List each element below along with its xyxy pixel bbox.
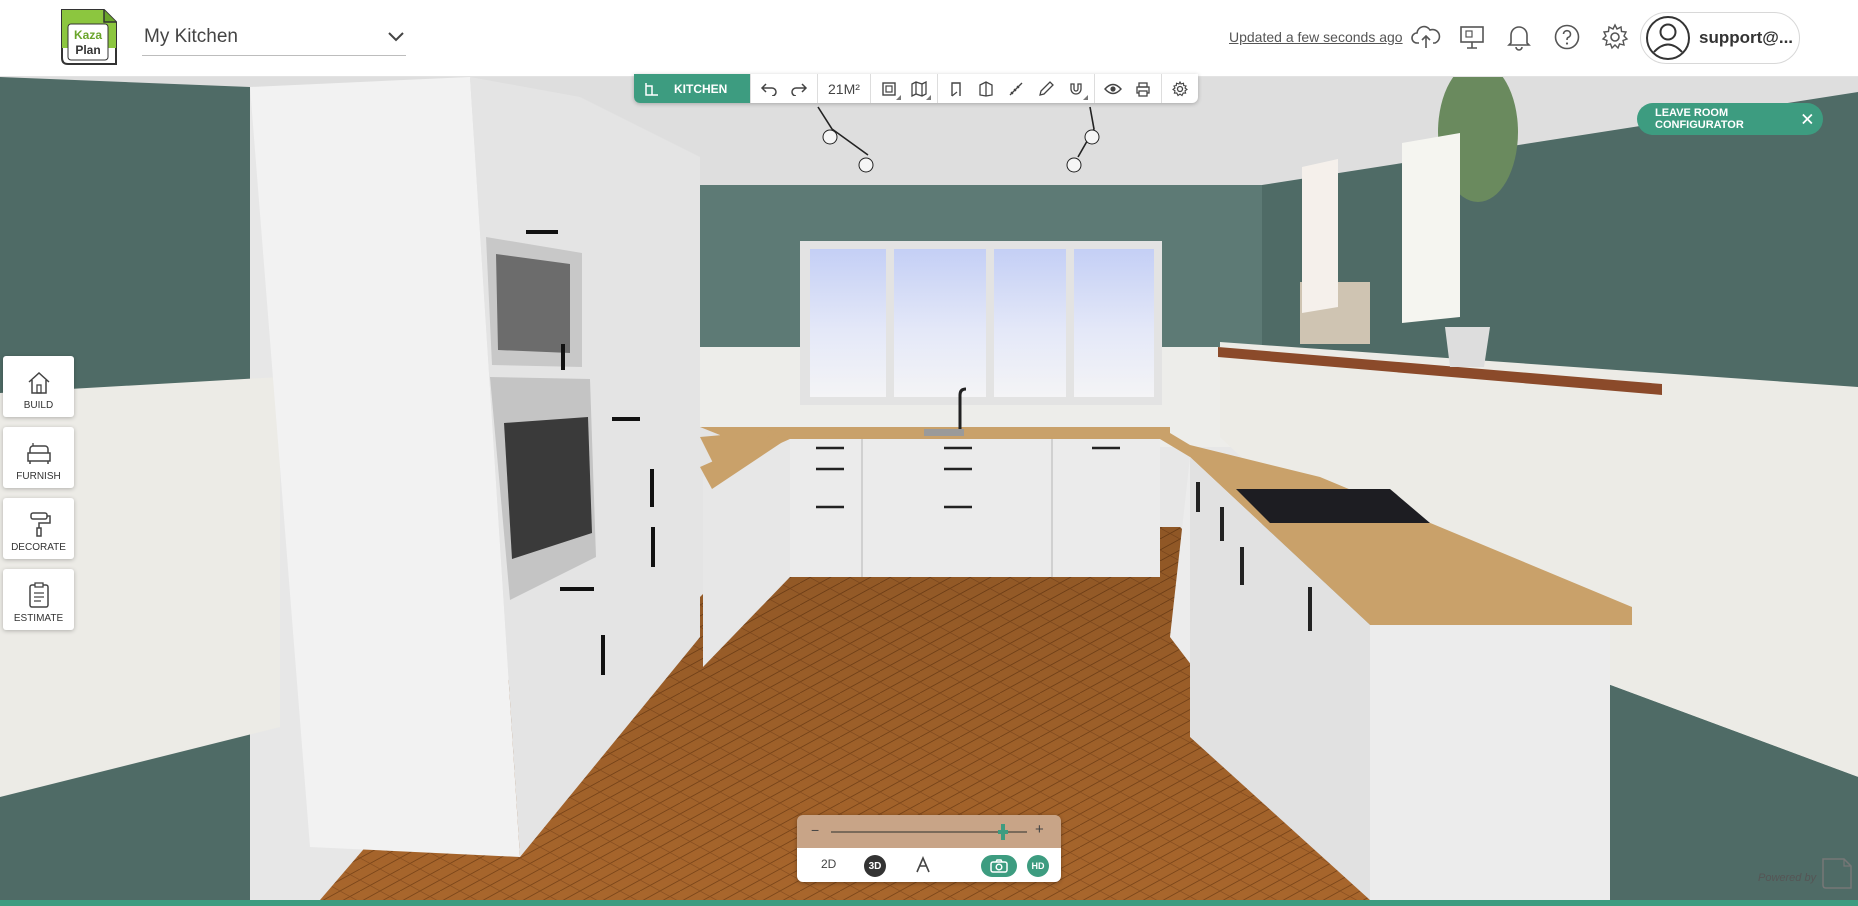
room-area-label[interactable]: 21M² — [824, 81, 864, 97]
avatar-icon — [1646, 16, 1690, 60]
side-menu-estimate[interactable]: ESTIMATE — [3, 569, 74, 630]
leave-room-label: LEAVE ROOM CONFIGURATOR — [1655, 107, 1744, 131]
magnet-icon[interactable] — [1064, 77, 1088, 101]
view-2d-button[interactable]: 2D — [821, 857, 836, 871]
redo-icon[interactable] — [787, 77, 811, 101]
view-mode-row: 2D 3D HD — [797, 848, 1061, 882]
powered-by-label: Powered by — [1758, 872, 1817, 884]
camera-icon — [990, 859, 1008, 873]
room-toolbar: KITCHEN 21M² — [634, 74, 1198, 103]
history-group — [750, 74, 817, 103]
print-icon[interactable] — [1131, 77, 1155, 101]
side-menu-estimate-label: ESTIMATE — [13, 613, 64, 624]
kazaplan-footer-logo — [1822, 858, 1852, 889]
map-icon[interactable] — [907, 77, 931, 101]
door-icon[interactable] — [944, 77, 968, 101]
walk-view-icon[interactable] — [914, 856, 932, 874]
pencil-icon[interactable] — [1034, 77, 1058, 101]
side-menu-build-label: BUILD — [23, 400, 54, 411]
tab-kitchen-label: KITCHEN — [674, 81, 728, 96]
room-3d-viewport[interactable] — [0, 77, 1858, 900]
side-menu-furnish[interactable]: FURNISH — [3, 427, 74, 488]
close-icon — [1802, 113, 1813, 125]
cloud-upload-icon[interactable] — [1410, 21, 1442, 53]
side-menu-furnish-label: FURNISH — [16, 471, 61, 482]
measure-icon[interactable] — [1004, 77, 1028, 101]
zoom-slider-thumb[interactable] — [998, 824, 1009, 840]
view-3d-button[interactable]: 3D — [864, 855, 886, 877]
help-icon[interactable] — [1551, 21, 1583, 53]
leave-room-configurator-button[interactable]: LEAVE ROOM CONFIGURATOR — [1637, 103, 1823, 135]
top-header: Kaza Plan My Kitchen Updated a few secon… — [0, 0, 1858, 77]
wall-icon[interactable] — [974, 77, 998, 101]
svg-text:Kaza: Kaza — [74, 28, 102, 42]
presentation-icon[interactable] — [1456, 21, 1488, 53]
tab-kitchen[interactable]: KITCHEN — [634, 74, 750, 103]
gear-icon[interactable] — [1599, 21, 1631, 53]
build-tools-group — [936, 74, 1094, 103]
side-menu-build[interactable]: BUILD — [3, 356, 74, 417]
area-group: 21M² — [817, 74, 870, 103]
clipboard-icon — [28, 582, 49, 608]
zoom-row: − + — [797, 815, 1061, 848]
bell-icon[interactable] — [1503, 21, 1535, 53]
project-name: My Kitchen — [144, 25, 238, 47]
paint-roller-icon — [29, 512, 51, 537]
eye-icon[interactable] — [1101, 77, 1125, 101]
last-updated-link[interactable]: Updated a few seconds ago — [1229, 29, 1403, 45]
camera-button[interactable] — [981, 855, 1017, 877]
view-tools-group — [1093, 74, 1161, 103]
kitchen-tab-icon — [645, 82, 658, 96]
zoom-in-button[interactable]: + — [1035, 821, 1044, 838]
bottom-accent-bar — [0, 900, 1858, 906]
svg-text:Plan: Plan — [75, 43, 100, 57]
settings-group — [1160, 74, 1198, 103]
project-select[interactable]: My Kitchen — [142, 18, 406, 56]
view-controls-panel: − + 2D 3D HD — [797, 815, 1061, 882]
house-icon — [27, 371, 50, 394]
user-account-menu[interactable]: support@... — [1640, 12, 1800, 64]
kitchen-3d-render — [0, 77, 1858, 900]
user-email: support@... — [1699, 28, 1794, 47]
hd-render-button[interactable]: HD — [1027, 855, 1049, 877]
app-root: Kaza Plan My Kitchen Updated a few secon… — [0, 0, 1858, 906]
floorplan-icon[interactable] — [877, 77, 901, 101]
chevron-down-icon — [388, 31, 404, 41]
sofa-icon — [26, 443, 51, 464]
side-menu-decorate-label: DECORATE — [11, 542, 66, 553]
settings-gear-icon[interactable] — [1168, 77, 1192, 101]
zoom-out-button[interactable]: − — [811, 822, 819, 838]
kazaplan-logo[interactable]: Kaza Plan — [58, 8, 120, 68]
undo-icon[interactable] — [757, 77, 781, 101]
side-menu-decorate[interactable]: DECORATE — [3, 498, 74, 559]
plan-group — [869, 74, 937, 103]
